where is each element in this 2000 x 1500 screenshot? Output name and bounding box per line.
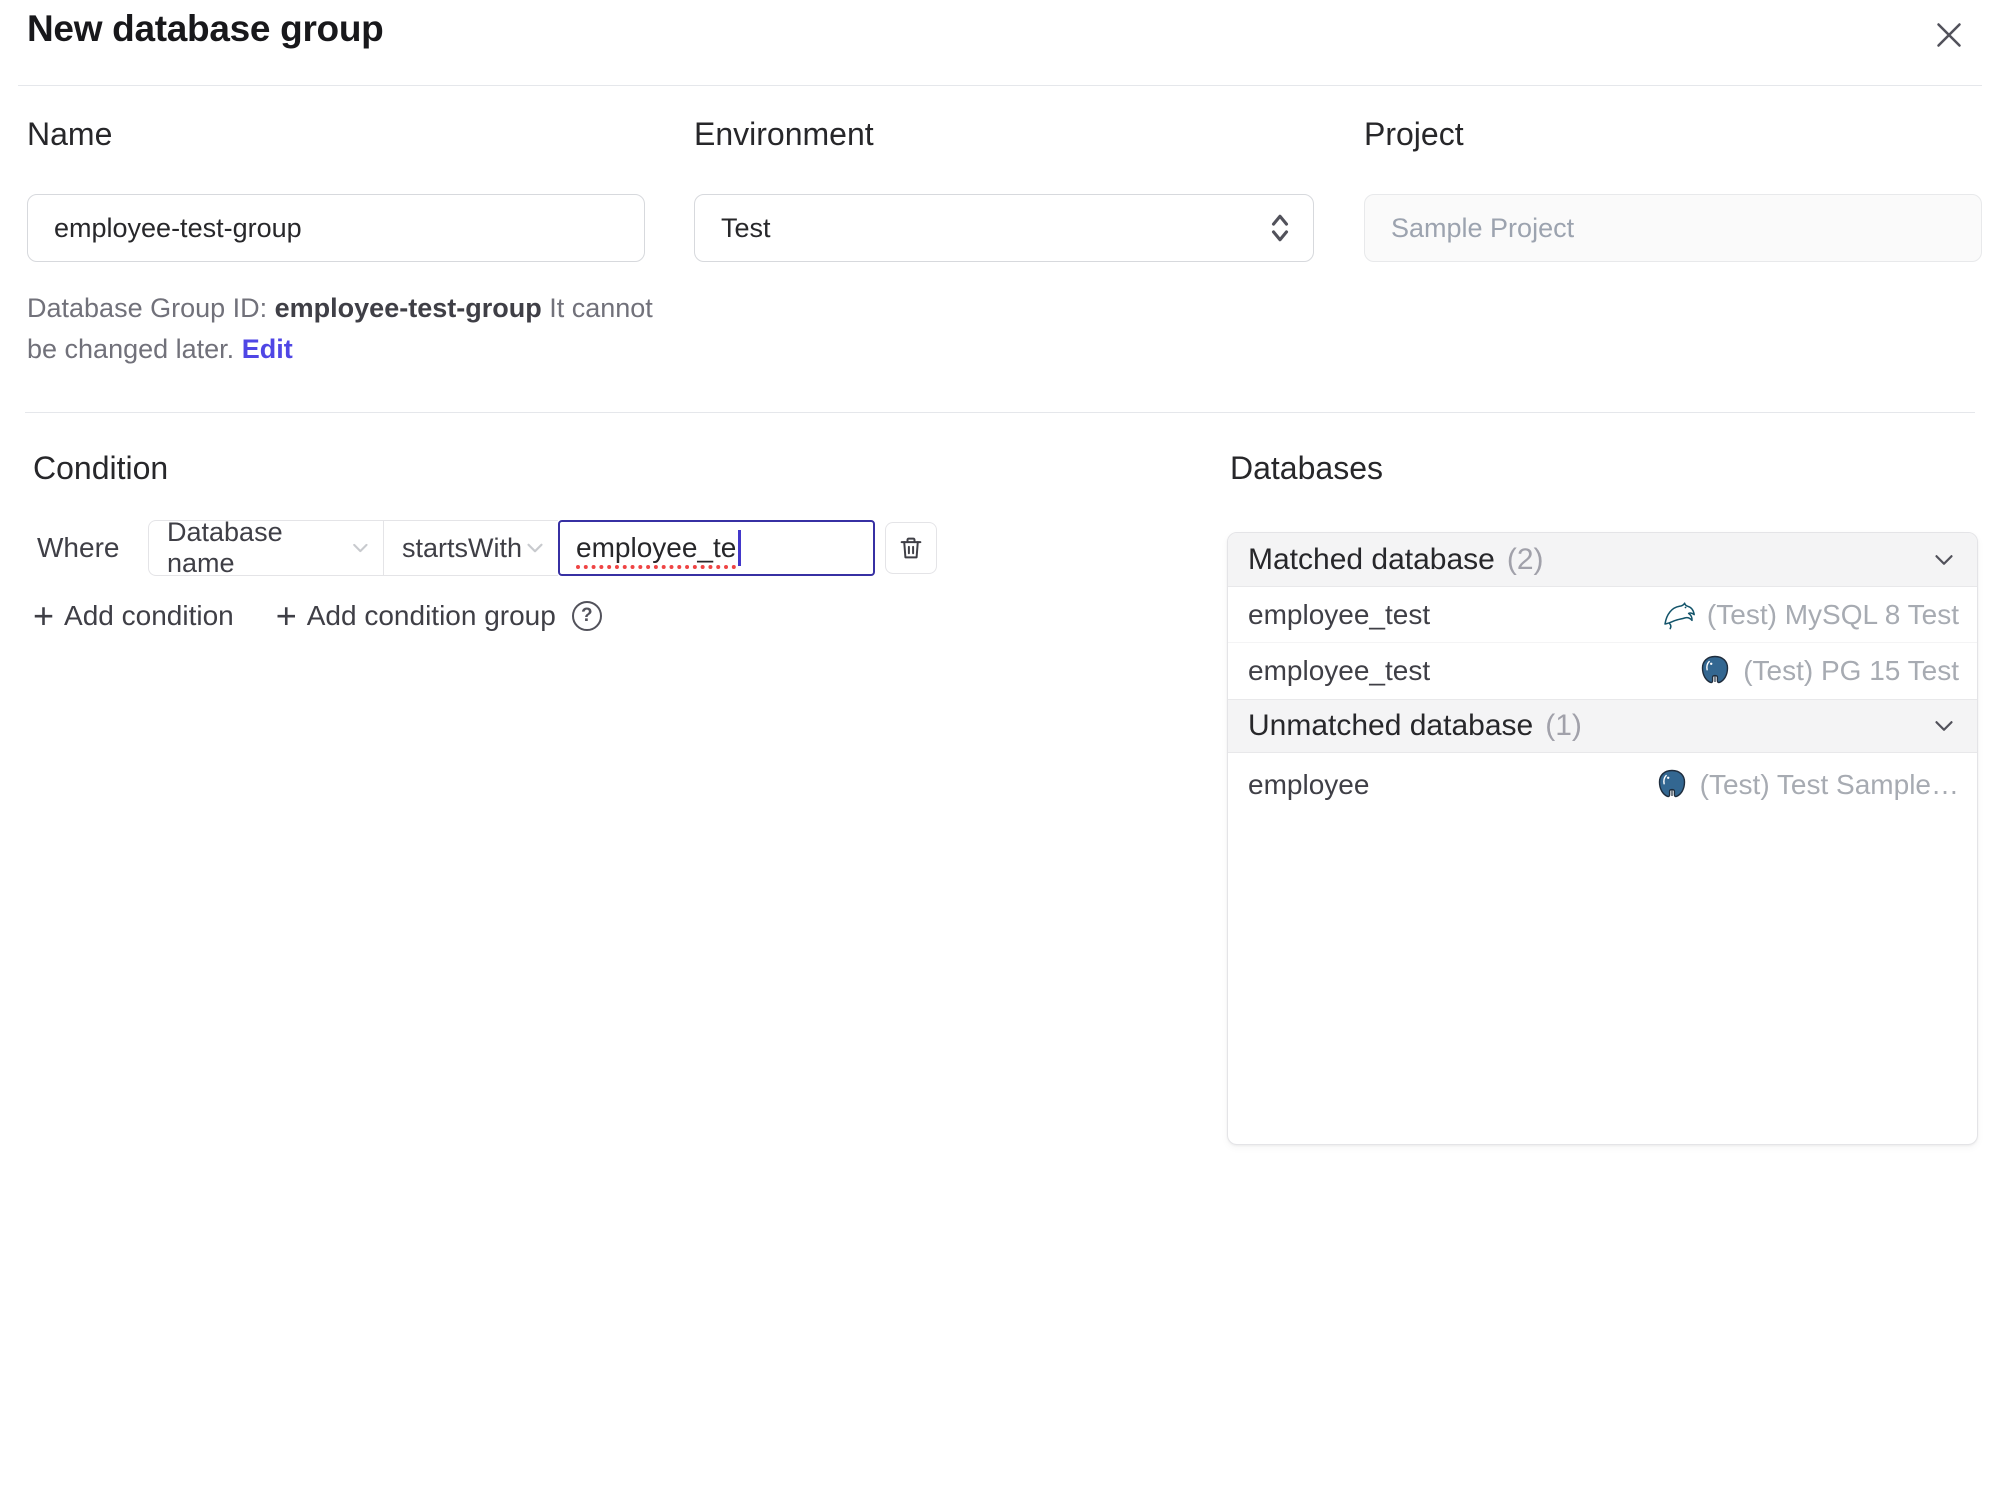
databases-panel: Matched database (2) employee_test (Test… xyxy=(1227,532,1978,1145)
condition-actions: + Add condition + Add condition group ? xyxy=(33,595,602,636)
add-condition-group-button[interactable]: + Add condition group xyxy=(275,595,556,636)
add-condition-button[interactable]: + Add condition xyxy=(33,595,234,636)
hint-id-value: employee-test-group xyxy=(274,293,542,323)
postgres-icon xyxy=(1658,769,1685,798)
condition-value-input[interactable]: employee_te xyxy=(558,520,875,576)
environment-select[interactable]: Test xyxy=(694,194,1314,262)
databases-heading: Databases xyxy=(1230,450,1383,486)
chevron-down-icon xyxy=(527,543,543,553)
condition-group: Database name startsWith xyxy=(148,517,558,578)
mysql-icon xyxy=(1664,601,1695,629)
instance-label: (Test) PG 15 Test xyxy=(1697,653,1959,689)
text-caret xyxy=(738,530,742,566)
plus-icon: + xyxy=(33,595,55,636)
environment-label: Environment xyxy=(694,116,874,152)
section-divider xyxy=(25,412,1975,413)
trash-icon xyxy=(900,537,922,559)
environment-selected-value: Test xyxy=(721,212,771,243)
instance-label: (Test) Test Sample… xyxy=(1654,767,1959,803)
name-input[interactable] xyxy=(27,194,645,262)
plus-icon: + xyxy=(275,595,297,636)
chevron-down-icon xyxy=(1935,554,1953,565)
unmatched-database-header[interactable]: Unmatched database (1) xyxy=(1228,699,1977,753)
matched-count: (2) xyxy=(1506,542,1544,576)
condition-field-value: Database name xyxy=(167,517,283,578)
instance-label: (Test) MySQL 8 Test xyxy=(1661,597,1959,633)
matched-database-header[interactable]: Matched database (2) xyxy=(1228,533,1977,587)
help-icon[interactable]: ? xyxy=(571,601,602,631)
database-row: employee (Test) Test Sample… xyxy=(1228,753,1977,817)
condition-value-text: employee_te xyxy=(576,532,737,563)
condition-operator-select[interactable]: startsWith xyxy=(384,521,558,575)
close-button[interactable] xyxy=(1924,10,1974,60)
where-label: Where xyxy=(37,532,120,563)
name-label: Name xyxy=(27,116,113,152)
condition-operator-value: startsWith xyxy=(401,532,522,563)
condition-field-select[interactable]: Database name xyxy=(149,517,384,578)
page-title: New database group xyxy=(27,8,384,49)
unmatched-count: (1) xyxy=(1545,709,1582,742)
database-row: employee_test (Test) MySQL 8 Test xyxy=(1228,587,1977,643)
hint-prefix: Database Group ID: xyxy=(27,293,268,323)
edit-link[interactable]: Edit xyxy=(242,334,293,364)
delete-condition-button[interactable] xyxy=(885,522,937,574)
header-divider xyxy=(18,85,1982,86)
condition-heading: Condition xyxy=(33,450,169,486)
project-label: Project xyxy=(1364,116,1464,152)
database-group-id-hint: Database Group ID: employee-test-group I… xyxy=(27,288,672,370)
select-updown-icon xyxy=(1271,214,1289,242)
chevron-down-icon xyxy=(1935,721,1953,731)
project-input xyxy=(1364,194,1982,262)
database-row: employee_test (Test) PG 15 Test xyxy=(1228,643,1977,699)
postgres-icon xyxy=(1702,655,1729,684)
close-icon xyxy=(1937,23,1961,47)
new-database-group-dialog: New database group Name Environment Test… xyxy=(0,0,2000,1500)
chevron-down-icon xyxy=(353,543,368,553)
